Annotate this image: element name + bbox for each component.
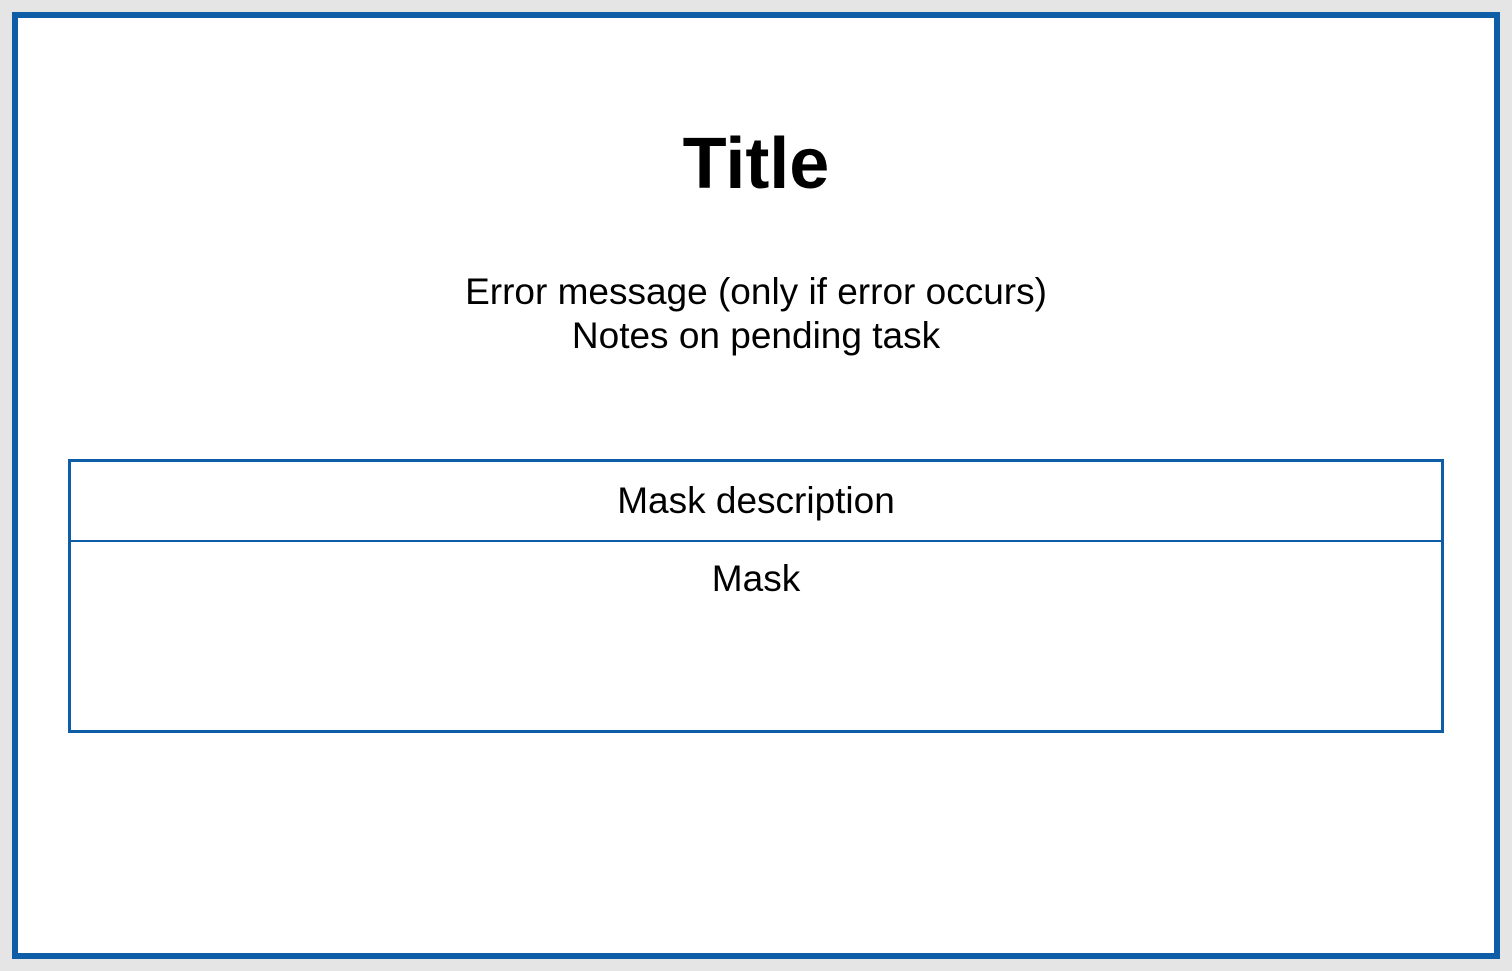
wireframe-panel: Title Error message (only if error occur… [12,12,1500,959]
pending-task-notes: Notes on pending task [465,314,1047,358]
mask-description-header: Mask description [71,462,1441,542]
error-message: Error message (only if error occurs) [465,270,1047,314]
mask-content: Mask [71,542,1441,730]
mask-box: Mask description Mask [68,459,1444,733]
page-title: Title [683,123,830,205]
message-block: Error message (only if error occurs) Not… [465,270,1047,359]
